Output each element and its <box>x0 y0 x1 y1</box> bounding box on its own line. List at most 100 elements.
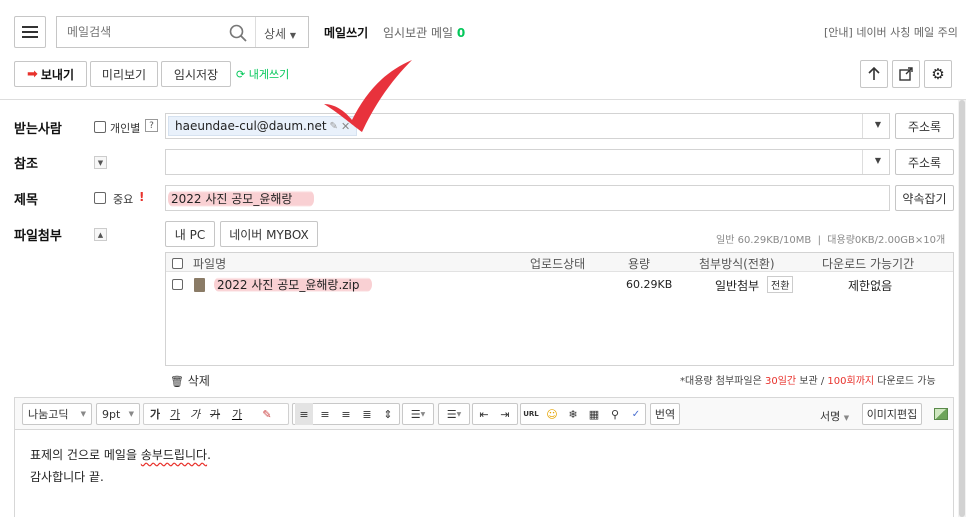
search-box: 상세 ▼ <box>56 16 309 48</box>
attach-table: 파일명 업로드상태 용량 첨부방식(전환) 다운로드 가능기간 2022 사진 … <box>165 252 954 366</box>
delete-button[interactable]: 🗑 삭제 <box>170 372 210 389</box>
highlight-button[interactable]: ✎ <box>258 403 276 425</box>
col-size: 용량 <box>628 257 651 271</box>
schedule-button[interactable]: 약속잡기 <box>895 185 954 211</box>
compose-title: 메일쓰기 <box>324 26 369 40</box>
cc-expand-icon[interactable]: ▼ <box>94 156 107 169</box>
spellcheck-underline: 송부드립니다 <box>140 448 208 462</box>
font-family-select[interactable]: 나눔고딕 ▼ <box>22 403 92 425</box>
italic-button[interactable]: 가 <box>186 403 204 425</box>
strike-button[interactable]: 가 <box>206 403 224 425</box>
cc-label: 참조 <box>14 157 38 172</box>
address-book-button[interactable]: 주소록 <box>895 113 954 139</box>
translate-button[interactable]: 번역 <box>650 403 680 425</box>
emoji-icon[interactable]: ☺ <box>543 403 561 425</box>
col-mode: 첨부방식(전환) <box>699 257 775 271</box>
cc-address-book-button[interactable]: 주소록 <box>895 149 954 175</box>
recipient-label: 받는사람 <box>14 122 62 137</box>
file-mode-switch-button[interactable]: 전환 <box>767 276 794 293</box>
important-label: 중요 <box>113 193 134 206</box>
indent-icon[interactable]: ⇥ <box>496 403 514 425</box>
attach-usage: 일반 60.29KB/10MB | 대용량0KB/2.00GB×10개 <box>716 235 946 246</box>
align-right-icon[interactable]: ≡ <box>337 403 355 425</box>
mybox-button[interactable]: 네이버 MYBOX <box>220 221 318 247</box>
file-row[interactable]: 2022 사진 공모_윤해랑.zip 60.29KB 일반첨부 전환 제한없음 <box>166 275 953 295</box>
caret-down-icon: ▼ <box>128 410 134 418</box>
note-days: 30일간 <box>764 376 797 387</box>
file-checkbox[interactable] <box>172 279 183 290</box>
text-color-button[interactable]: 가 <box>228 403 246 425</box>
search-input[interactable] <box>67 23 217 41</box>
find-icon[interactable]: ⚲ <box>606 403 624 425</box>
trash-icon: 🗑 <box>170 375 184 388</box>
col-status: 업로드상태 <box>530 257 586 271</box>
individual-label: 개인별 <box>110 122 141 135</box>
important-mark: ! <box>139 190 145 204</box>
preview-button[interactable]: 미리보기 <box>90 61 158 87</box>
external-window-icon <box>899 67 913 81</box>
divider <box>0 99 966 100</box>
subject-value: 2022 사진 공모_윤해랑 <box>168 189 315 208</box>
cc-field[interactable]: ▼ <box>165 149 890 175</box>
caret-down-icon: ▼ <box>289 31 297 40</box>
draft-count: 0 <box>456 26 466 40</box>
settings-button[interactable]: ⚙ <box>924 60 952 88</box>
align-center-icon[interactable]: ≡ <box>316 403 334 425</box>
align-left-icon[interactable]: ≡ <box>295 403 313 425</box>
gear-icon: ⚙ <box>931 65 945 83</box>
image-insert-button[interactable] <box>931 403 951 425</box>
numbered-list-button[interactable]: ☰ ▼ <box>402 403 434 425</box>
my-pc-button[interactable]: 내 PC <box>165 221 215 247</box>
file-period: 제한없음 <box>848 279 893 293</box>
special-char-icon[interactable]: ❄ <box>564 403 582 425</box>
caret-down-icon: ▼ <box>80 410 86 418</box>
popout-button[interactable] <box>892 60 920 88</box>
line-height-icon[interactable]: ⇕ <box>379 403 397 425</box>
body-line-2: 감사합니다 끝. <box>30 470 104 484</box>
bold-button[interactable]: 가 <box>146 403 164 425</box>
col-period: 다운로드 가능기간 <box>822 257 915 271</box>
individual-checkbox[interactable] <box>94 121 106 133</box>
recipient-field[interactable]: haeundae-cul@daum.net ✎ ✕ ▼ <box>165 113 890 139</box>
subject-field[interactable]: 2022 사진 공모_윤해랑 <box>165 185 890 211</box>
image-edit-button[interactable]: 이미지편집 <box>862 403 922 425</box>
to-self-link[interactable]: ⟳ 내게쓰기 <box>236 66 289 82</box>
save-draft-button[interactable]: 임시저장 <box>161 61 231 87</box>
caret-down-icon: ▼ <box>420 410 426 418</box>
image-icon <box>934 408 948 420</box>
col-filename: 파일명 <box>193 257 227 271</box>
font-size-select[interactable]: 9pt ▼ <box>96 403 140 425</box>
arrow-up-icon <box>868 67 880 80</box>
bullet-list-button[interactable]: ☰ ▼ <box>438 403 470 425</box>
scrollbar[interactable] <box>958 100 966 517</box>
scrollbar-thumb[interactable] <box>959 100 965 517</box>
menu-button[interactable] <box>14 16 46 48</box>
body-line-1: 표제의 건으로 메일을 송부드립니다. <box>30 448 211 462</box>
align-justify-icon[interactable]: ≣ <box>358 403 376 425</box>
spellcheck-icon[interactable]: ✓ <box>627 403 645 425</box>
search-icon[interactable] <box>229 24 247 42</box>
attach-collapse-icon[interactable]: ▲ <box>94 228 107 241</box>
notice-link[interactable]: [안내] 네이버 사칭 메일 주의 <box>824 24 958 40</box>
collapse-up-button[interactable] <box>860 60 888 88</box>
help-icon[interactable]: ? <box>145 119 158 132</box>
file-size: 60.29KB <box>626 278 673 291</box>
highlight-pen-icon: ✎ <box>262 407 272 421</box>
cc-dropdown-icon[interactable]: ▼ <box>875 156 881 165</box>
note-count: 100회까지 <box>827 376 875 387</box>
recipient-dropdown-icon[interactable]: ▼ <box>875 120 881 129</box>
large-file-note: *대용량 첨부파일은 30일간 보관 / 100회까지 다운로드 가능 <box>680 376 936 387</box>
outdent-icon[interactable]: ⇤ <box>475 403 493 425</box>
draft-link[interactable]: 임시보관 메일 0 <box>383 24 465 41</box>
file-name: 2022 사진 공모_윤해랑.zip <box>214 276 372 293</box>
search-detail-button[interactable]: 상세 ▼ <box>264 25 296 42</box>
send-button[interactable]: ➡ 보내기 <box>14 61 87 87</box>
underline-button[interactable]: 가 <box>166 403 184 425</box>
select-all-checkbox[interactable] <box>172 258 183 269</box>
signature-button[interactable]: 서명 ▼ <box>820 408 849 424</box>
important-checkbox[interactable] <box>94 192 106 204</box>
refresh-icon: ⟳ <box>236 68 246 81</box>
url-icon[interactable]: URL <box>522 403 540 425</box>
editor-body[interactable] <box>14 429 954 517</box>
table-icon[interactable]: ▦ <box>585 403 603 425</box>
